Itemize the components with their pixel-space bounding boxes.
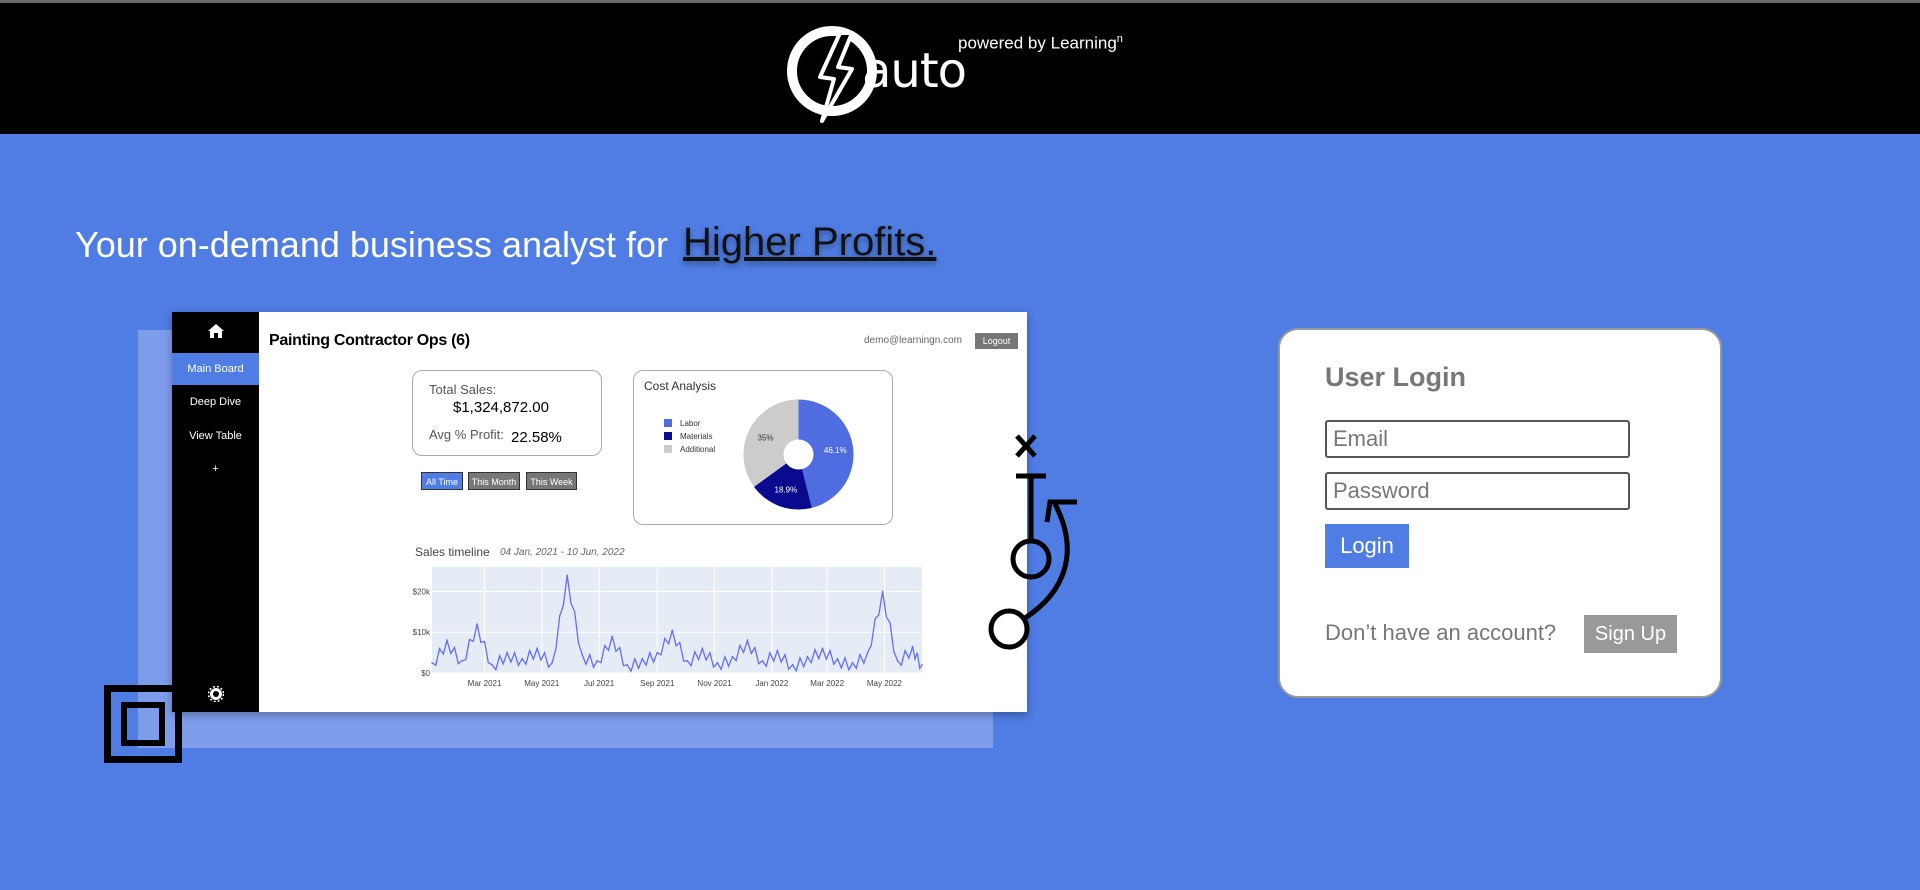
total-sales-value: $1,324,872.00 [453,399,549,416]
x-tick-label: Sep 2021 [640,679,675,688]
avg-profit-label: Avg % Profit: [429,427,504,442]
signup-button[interactable]: Sign Up [1584,615,1677,653]
mockup-title: Painting Contractor Ops (6) [269,332,470,349]
sales-point [671,629,674,631]
sales-point [821,647,824,650]
x-tick-label: May 2021 [524,679,560,688]
legend-labor: Labor [664,419,700,428]
legend-additional: Additional [664,445,715,454]
x-tick-label: Mar 2021 [468,679,502,688]
filter-all-time: All Time [421,472,463,490]
sales-point [791,664,794,666]
x-tick-label: Jan 2022 [755,679,788,688]
square-deco-icon [104,685,182,763]
filter-this-week: This Week [526,472,577,490]
sales-point [836,657,839,660]
mockup-email: demo@learningn.com [864,335,962,346]
sales-point [881,590,884,593]
sales-point [476,623,478,625]
sales-point [491,664,493,666]
mockup-logout: Logout [975,333,1018,349]
sales-point [536,647,538,650]
sales-point [656,651,659,654]
pie-label-labor: 46.1% [824,446,847,455]
sales-point [596,659,599,662]
x-tick-label: Nov 2021 [697,679,732,688]
sales-point [566,574,568,576]
total-sales-label: Total Sales: [429,382,497,397]
x-tick-label: May 2022 [867,679,903,688]
sales-point [911,645,914,648]
mockup-nav-view-table: View Table [189,430,242,442]
mockup-nav-add: + [212,463,219,475]
sales-point [461,659,463,662]
avg-profit-value: 22.58% [511,429,562,446]
play-diagram-icon [988,434,1077,650]
sales-point [896,659,899,662]
hero-highlight: Higher Profits. [683,220,937,264]
brand-name: auto [862,43,967,99]
total-sales-card: Total Sales: $1,324,872.00 Avg % Profit:… [412,370,602,456]
sales-point [716,662,719,664]
cost-analysis-title: Cost Analysis [644,379,717,393]
sales-point [506,651,508,654]
sales-point [626,664,629,666]
login-button[interactable]: Login [1325,524,1409,568]
sales-timeline-chart: Mar 2021 May 2021 Jul 2021 Sep 2021 Nov 2021… [413,567,923,688]
sales-point [431,662,433,664]
password-input[interactable] [1325,472,1630,510]
cost-pie-chart: 46.1% 18.9% 35% [743,399,854,510]
legend-swatch [664,432,672,440]
filter-this-month: This Month [468,472,520,490]
legend-swatch [664,419,672,427]
header-bar: auto powered by Learningn [0,0,1920,134]
email-input[interactable] [1325,420,1630,458]
x-tick-label: Jul 2021 [584,679,615,688]
sales-point [851,662,854,664]
dashboard-preview: Main Board Deep Dive View Table + Painti… [172,312,1027,712]
y-tick-label: $0 [421,669,430,678]
y-tick-label: $10k [413,628,431,637]
sales-point [746,639,749,642]
sales-point [806,655,809,658]
hero-headline: Your on-demand business analyst for [75,224,669,265]
x-tick-label: Mar 2022 [810,679,844,688]
sales-point [701,647,704,650]
sales-point [776,649,779,652]
pie-label-additional: 35% [758,434,774,443]
login-title: User Login [1325,362,1467,392]
mockup-nav-deep-dive: Deep Dive [189,396,242,408]
cost-analysis-card: Cost Analysis Labor Materials Additional… [633,370,893,525]
pie-label-materials: 18.9% [775,485,798,494]
legend-swatch [664,445,672,453]
sales-point [551,662,553,664]
sales-point [866,651,869,654]
no-account-text: Don’t have an account? [1325,620,1557,645]
sales-point [581,653,583,656]
sales-point [731,655,734,658]
gear-icon [208,686,224,702]
legend-materials: Materials [664,432,712,441]
sales-point [686,659,689,662]
mockup-sidebar: Main Board Deep Dive View Table + [172,312,259,712]
sales-point [641,657,644,660]
sales-point [521,657,523,660]
home-icon [208,324,224,338]
timeline-range: 04 Jan, 2021 - 10 Jun, 2022 [500,547,625,558]
sales-point [446,639,448,642]
login-card: User Login Login Don’t have an account? … [1278,328,1722,698]
sales-point [921,664,923,666]
mockup-nav-main-board: Main Board [172,353,259,385]
sales-point [761,659,764,662]
timeline-title: Sales timeline [415,545,490,559]
pie-hole [783,439,814,470]
powered-by: powered by Learningn [958,33,1123,53]
sales-point [611,635,614,638]
y-tick-label: $20k [413,587,431,596]
